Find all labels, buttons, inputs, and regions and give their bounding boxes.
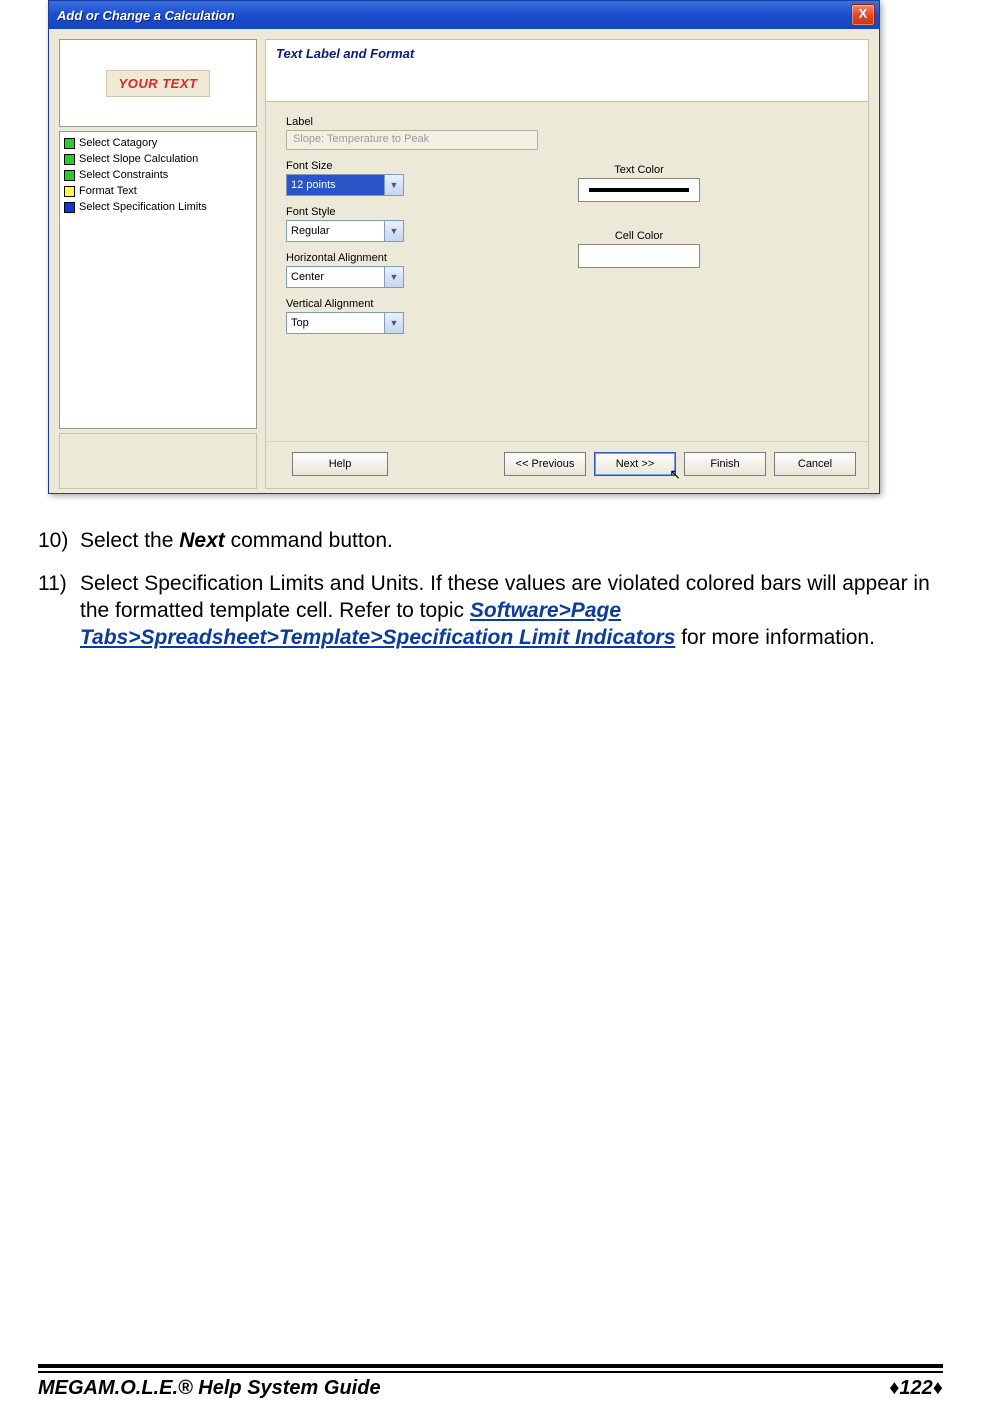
halign-caption: Horizontal Alignment <box>286 252 538 264</box>
step-number: 11) <box>38 571 80 652</box>
instruction-item: 10) Select the Next command button. <box>38 528 943 555</box>
window-title: Add or Change a Calculation <box>57 8 235 23</box>
instruction-list: 10) Select the Next command button. 11) … <box>38 528 943 652</box>
textcolor-caption: Text Color <box>578 164 700 176</box>
list-item[interactable]: Select Catagory <box>62 135 254 151</box>
list-item[interactable]: Select Specification Limits <box>62 199 254 215</box>
footer-title: MEGAM.O.L.E.® Help System Guide <box>38 1377 381 1400</box>
dialog-window: Add or Change a Calculation X YOUR TEXT … <box>48 0 880 494</box>
list-item[interactable]: Select Slope Calculation <box>62 151 254 167</box>
panel-title: Text Label and Format <box>266 40 868 102</box>
wizard-step-list: Select Catagory Select Slope Calculation… <box>59 131 257 429</box>
previous-button[interactable]: << Previous <box>504 452 586 476</box>
fontsize-caption: Font Size <box>286 160 538 172</box>
preview-area: YOUR TEXT <box>59 39 257 127</box>
chevron-down-icon: ▼ <box>384 313 403 333</box>
step-text: Select Specification Limits and Units. I… <box>80 571 943 652</box>
label-input[interactable]: Slope: Temperature to Peak <box>286 130 538 150</box>
cancel-button[interactable]: Cancel <box>774 452 856 476</box>
page-footer: MEGAM.O.L.E.® Help System Guide ♦122♦ <box>38 1364 943 1400</box>
spacer-panel <box>59 433 257 489</box>
finish-button[interactable]: Finish <box>684 452 766 476</box>
instruction-item: 11) Select Specification Limits and Unit… <box>38 571 943 652</box>
cursor-icon: ↖ <box>669 466 681 483</box>
cellcolor-swatch[interactable] <box>578 244 700 268</box>
fontstyle-select[interactable]: Regular ▼ <box>286 220 404 242</box>
page-number: ♦122♦ <box>889 1377 943 1400</box>
valign-caption: Vertical Alignment <box>286 298 538 310</box>
list-item[interactable]: Format Text <box>62 183 254 199</box>
titlebar: Add or Change a Calculation X <box>49 1 879 29</box>
valign-select[interactable]: Top ▼ <box>286 312 404 334</box>
list-item[interactable]: Select Constraints <box>62 167 254 183</box>
fontsize-select[interactable]: 12 points ▼ <box>286 174 404 196</box>
label-caption: Label <box>286 116 538 128</box>
textcolor-swatch[interactable] <box>578 178 700 202</box>
chevron-down-icon: ▼ <box>384 267 403 287</box>
chevron-down-icon: ▼ <box>384 175 403 195</box>
preview-text: YOUR TEXT <box>106 70 211 97</box>
step-number: 10) <box>38 528 80 555</box>
step-text: Select the Next command button. <box>80 528 393 555</box>
next-button[interactable]: Next >> ↖ <box>594 452 676 476</box>
cellcolor-caption: Cell Color <box>578 230 700 242</box>
halign-select[interactable]: Center ▼ <box>286 266 404 288</box>
fontstyle-caption: Font Style <box>286 206 538 218</box>
chevron-down-icon: ▼ <box>384 221 403 241</box>
help-button[interactable]: Help <box>292 452 388 476</box>
close-icon[interactable]: X <box>851 4 875 26</box>
button-row: Help << Previous Next >> ↖ Finish Cancel <box>266 441 868 488</box>
